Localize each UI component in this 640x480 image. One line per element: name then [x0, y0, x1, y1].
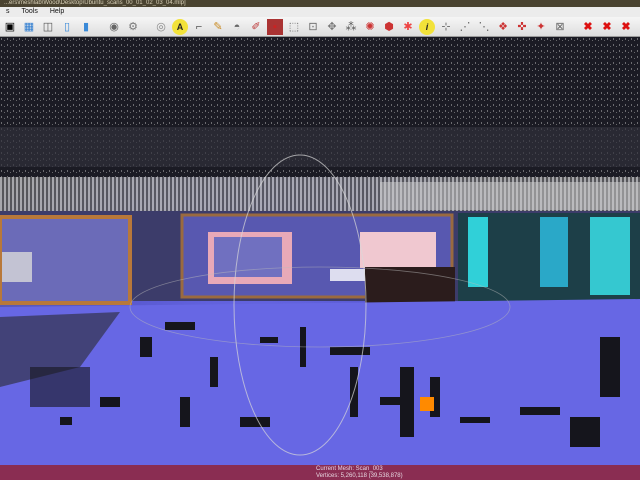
colorize-icon[interactable]: ◓ — [229, 19, 245, 35]
annotate-icon[interactable]: A — [172, 18, 188, 35]
paint-icon[interactable]: ✎ — [210, 19, 226, 35]
window-title-bar: ...ers\meshlab\Wood\Desktop\Ubuntu_scans… — [0, 0, 640, 7]
wire-icon[interactable]: ▮ — [78, 19, 94, 35]
menu-bar: s Tools Help — [0, 7, 640, 17]
select-faces-icon[interactable]: ⊡ — [305, 19, 321, 35]
smooth-mesh-icon[interactable]: ❖ — [495, 19, 511, 35]
label-icon[interactable]: ⁂ — [343, 19, 359, 35]
menu-item-help[interactable]: Help — [44, 7, 70, 17]
pick-icon[interactable]: ✱ — [400, 19, 416, 35]
points-icon[interactable]: ▯ — [59, 19, 75, 35]
shader-icon[interactable]: ✐ — [248, 19, 264, 35]
pointer-icon[interactable]: ⌐ — [191, 19, 207, 35]
delete-faces-icon[interactable]: ✖ — [599, 19, 615, 35]
flat-icon[interactable]: ◉ — [106, 19, 122, 35]
layers-icon[interactable]: ▦ — [21, 19, 37, 35]
toolbar: ▣ ▦ ◫ ▯ ▮ ◉ ⚙ ◎ A ⌐ ✎ ◓ ✐ ▪ ⬚ ⊡ ✥ ⁂ ✺ ⬢ … — [0, 17, 640, 37]
clear-selection-icon[interactable]: ⊠ — [552, 19, 568, 35]
open-icon[interactable]: ▣ — [2, 19, 18, 35]
vertex-icon[interactable]: ✥ — [324, 19, 340, 35]
select-icon[interactable]: ⬚ — [286, 19, 302, 35]
current-mesh-label: Current Mesh: Scan_003 — [316, 466, 383, 472]
menu-item-tools[interactable]: Tools — [16, 7, 44, 17]
menu-item-file[interactable]: s — [0, 7, 16, 17]
move-icon[interactable]: ⊹ — [438, 19, 454, 35]
texture-icon[interactable]: ▪ — [267, 18, 283, 35]
window-title: ...ers\meshlab\Wood\Desktop\Ubuntu_scans… — [4, 0, 186, 6]
smooth-icon[interactable]: ⚙ — [125, 19, 141, 35]
3d-viewport[interactable] — [0, 37, 640, 465]
select-area-icon[interactable]: ✺ — [362, 19, 378, 35]
info-icon[interactable]: i — [419, 18, 435, 35]
invert-selection-icon[interactable]: ✦ — [533, 19, 549, 35]
point-cloud-render — [0, 37, 640, 465]
cube-icon[interactable]: ◎ — [153, 19, 169, 35]
select-connected-icon[interactable]: ⬢ — [381, 19, 397, 35]
measure-icon[interactable]: ⋱ — [476, 19, 492, 35]
snapshot-icon[interactable]: ◫ — [40, 19, 56, 35]
delete-vertices-icon[interactable]: ✖ — [618, 19, 634, 35]
select-vertices-icon[interactable]: ✜ — [514, 19, 530, 35]
delete-icon[interactable]: ✖ — [580, 19, 596, 35]
vertices-count: Vertices: 5,260,118 (39,538,878) — [316, 473, 403, 479]
status-bar: Current Mesh: Scan_003 Vertices: 5,260,1… — [0, 465, 640, 480]
align-icon[interactable]: ⋰ — [457, 19, 473, 35]
